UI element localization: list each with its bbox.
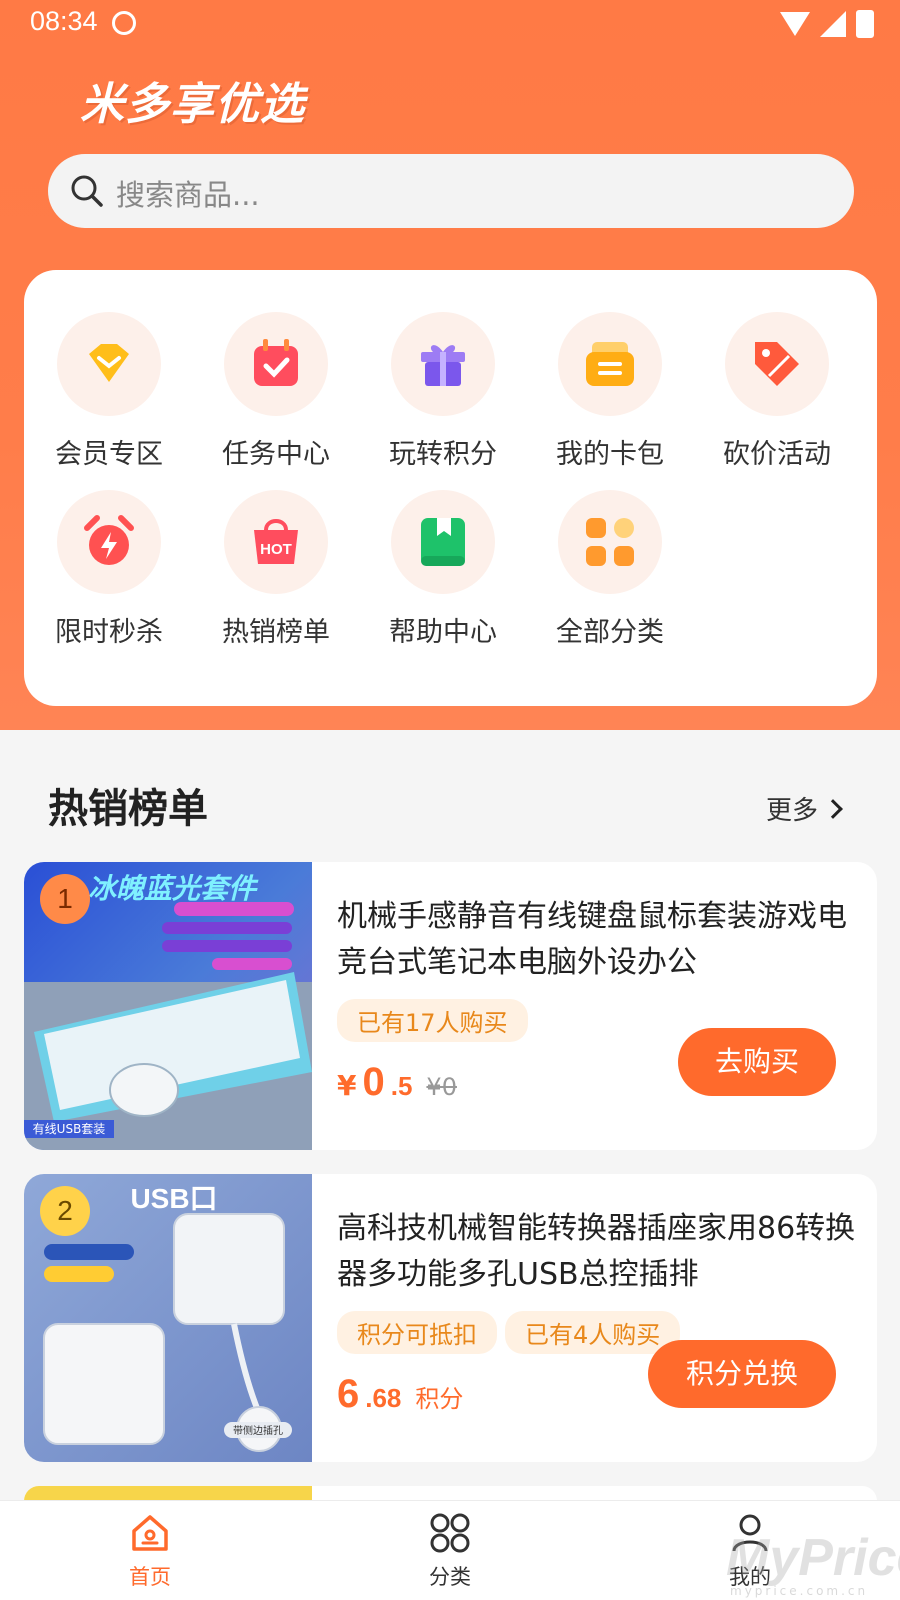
brand-logo: 米多享优选 [80, 79, 305, 130]
menu-label: 全部分类 [556, 617, 664, 648]
price-integer: 6 [337, 1372, 360, 1416]
price-tag-icon [755, 342, 799, 386]
image-headline: 冰魄蓝光套件 [88, 872, 259, 905]
menu-label: 我的卡包 [556, 439, 664, 470]
menu-item-tasks[interactable]: 任务中心 [191, 312, 361, 471]
product-card[interactable]: 有线USB套装 冰魄蓝光套件 1 机械手感静音有线键盘鼠标套装游戏电竞台式笔记本… [24, 862, 877, 1150]
menu-item-help[interactable]: 帮助中心 [358, 490, 528, 649]
status-icons [780, 10, 874, 38]
gift-icon [421, 345, 465, 386]
menu-item-flash-sale[interactable]: 限时秒杀 [24, 490, 194, 649]
menu-label: 砍价活动 [723, 439, 831, 470]
section-title: 热销榜单 [48, 786, 208, 832]
menu-label: 帮助中心 [389, 617, 497, 648]
price-unit: 积分 [415, 1385, 464, 1413]
grid-icon [430, 1513, 470, 1553]
redeem-button[interactable]: 积分兑换 [648, 1340, 836, 1408]
more-link[interactable]: 更多 [766, 790, 843, 827]
price-integer: 0 [362, 1060, 385, 1104]
more-label: 更多 [766, 796, 819, 826]
menu-label: 限时秒杀 [55, 617, 163, 648]
tag-list: 积分可抵扣 已有4人购买 [337, 1311, 681, 1354]
product-card[interactable]: USB口 带侧边插孔 2 高科技机械智能转换器插座家用86转换器多功能多孔USB… [24, 1174, 877, 1462]
sales-tag: 已有17人购买 [337, 999, 528, 1042]
card-wallet-icon [586, 342, 634, 386]
product-title[interactable]: 机械手感静音有线键盘鼠标套装游戏电竞台式笔记本电脑外设办公 [337, 894, 857, 986]
rank-badge: 1 [40, 874, 90, 924]
alarm-clock-icon [84, 515, 134, 565]
tab-label: 分类 [429, 1565, 471, 1589]
menu-item-card-wallet[interactable]: 我的卡包 [525, 312, 695, 471]
search-icon [71, 175, 103, 207]
image-badge: 有线USB套装 [33, 1122, 106, 1136]
product-title[interactable]: 高科技机械智能转换器插座家用86转换器多功能多孔USB总控插排 [337, 1206, 857, 1298]
price-symbol: ¥ [337, 1069, 357, 1102]
image-badge: 带侧边插孔 [233, 1424, 283, 1437]
signal-icon [820, 11, 846, 37]
points-tag: 积分可抵扣 [337, 1311, 497, 1354]
menu-item-all-categories[interactable]: 全部分类 [525, 490, 695, 649]
menu-label: 会员专区 [55, 439, 163, 470]
original-price: ¥0 [426, 1073, 457, 1101]
search-bar[interactable]: 搜索商品... [48, 154, 854, 228]
battery-icon [856, 10, 874, 38]
rank-badge: 2 [40, 1186, 90, 1236]
diamond-icon [89, 344, 129, 382]
price-decimal: .5 [390, 1071, 413, 1101]
menu-item-points[interactable]: 玩转积分 [358, 312, 528, 471]
wifi-icon [780, 12, 810, 36]
menu-label: 玩转积分 [389, 439, 497, 470]
home-icon [132, 1515, 168, 1551]
tab-home[interactable]: 首页 [90, 1511, 210, 1591]
category-grid-icon [586, 518, 634, 566]
tab-label: 首页 [129, 1565, 171, 1589]
menu-label: 任务中心 [222, 439, 330, 470]
quick-menu-card: 会员专区 任务中心 玩转积分 我的卡包 砍价活动 限时秒杀 HOT 热销榜单 帮… [24, 270, 877, 706]
menu-item-hot-list[interactable]: HOT 热销榜单 [191, 490, 361, 649]
price-row: ¥ 0 .5 ¥0 [337, 1060, 457, 1105]
menu-item-member[interactable]: 会员专区 [24, 312, 194, 471]
watermark: MyPrice [726, 1529, 900, 1587]
hot-bag-icon: HOT [254, 519, 298, 564]
search-placeholder: 搜索商品... [116, 178, 260, 212]
menu-item-bargain[interactable]: 砍价活动 [692, 312, 862, 471]
tab-categories[interactable]: 分类 [390, 1511, 510, 1591]
status-time: 08:34 [30, 6, 98, 36]
price-decimal: .68 [365, 1383, 402, 1413]
tag-list: 已有17人购买 [337, 999, 528, 1042]
bookmark-book-icon [421, 518, 465, 566]
sales-tag: 已有4人购买 [505, 1311, 681, 1354]
calendar-check-icon [254, 339, 298, 386]
watermark-sub: myprice.com.cn [730, 1584, 869, 1598]
buy-button[interactable]: 去购买 [678, 1028, 836, 1096]
status-bar: 08:34 [0, 0, 900, 48]
chevron-right-icon [823, 798, 843, 819]
price-row: 6 .68 积分 [337, 1372, 463, 1417]
menu-label: 热销榜单 [222, 617, 330, 648]
image-headline: USB口 [130, 1183, 217, 1214]
notification-cat-icon [112, 11, 136, 35]
svg-text:HOT: HOT [260, 541, 292, 558]
